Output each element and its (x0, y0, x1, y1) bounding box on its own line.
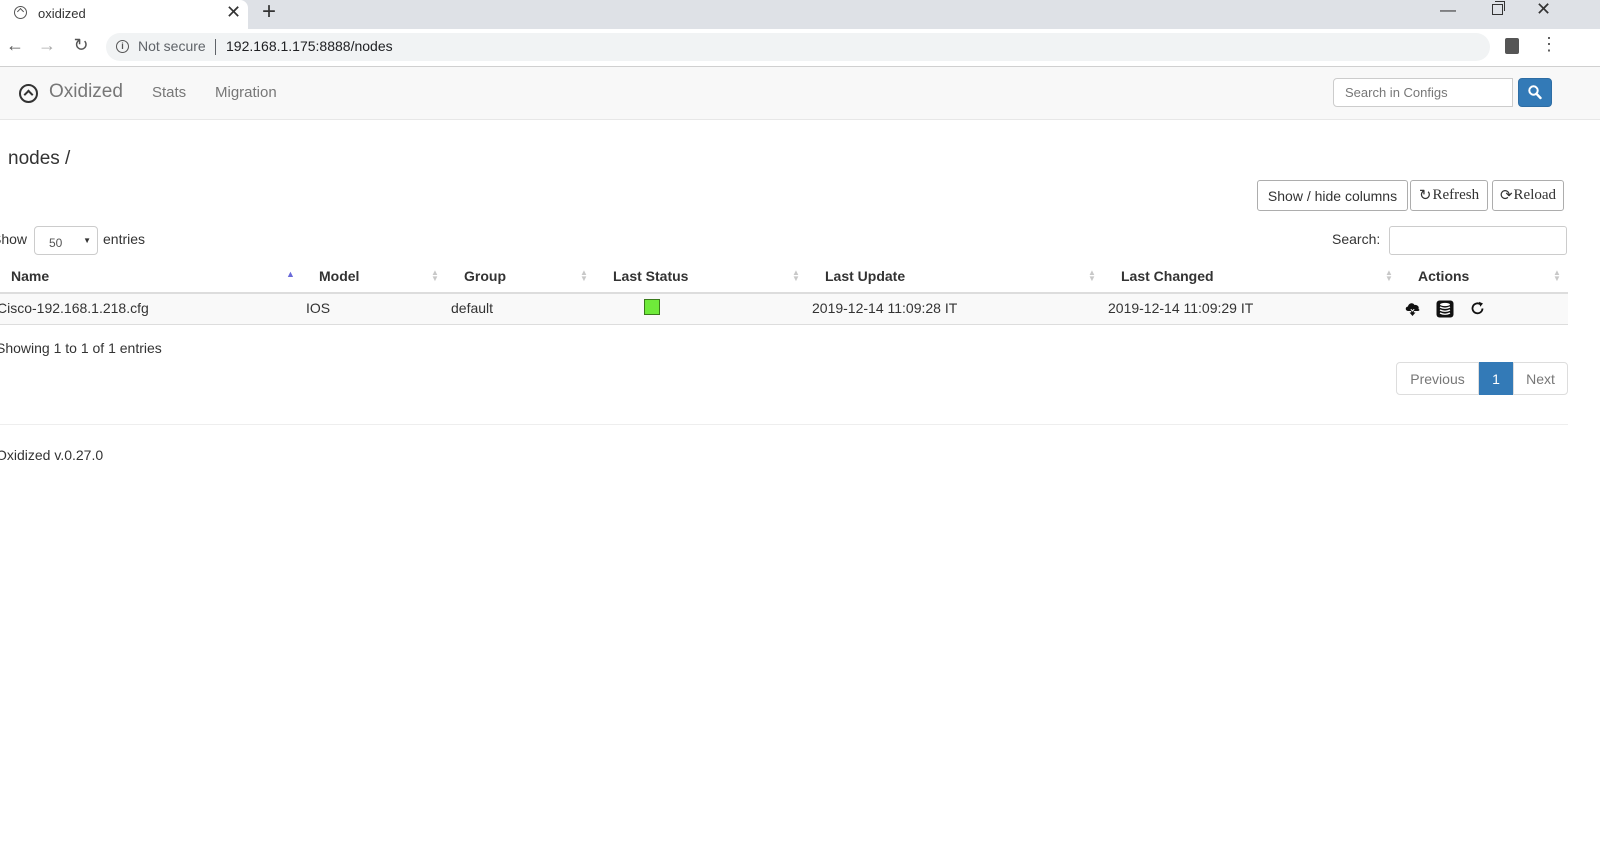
table-header: Name ▲ Model ▲ ▼ Group ▲ ▼ Last Status ▲ ▼ … (0, 262, 1568, 294)
tab-title: oxidized (38, 6, 86, 21)
reload-button[interactable]: ⟳ Reload (1492, 180, 1564, 211)
app-navbar: Oxidized Stats Migration (0, 67, 1600, 120)
column-header-name[interactable]: Name (11, 268, 49, 284)
tab-close-icon[interactable]: ✕ (226, 2, 241, 22)
pagination-next[interactable]: Next (1513, 362, 1568, 395)
node-model: IOS (306, 300, 331, 316)
sort-icon[interactable]: ▲ ▼ (1088, 269, 1096, 283)
column-header-last-status[interactable]: Last Status (613, 268, 688, 284)
refresh-label: Refresh (1432, 187, 1480, 203)
reload-label: Reload (1513, 187, 1557, 203)
cloud-download-icon[interactable] (1404, 300, 1421, 317)
browser-tabstrip: oxidized ✕ + — ✕ (0, 0, 1600, 29)
reload-page-icon[interactable]: ↻ (70, 35, 92, 56)
node-last-changed: 2019-12-14 11:09:29 IT (1108, 300, 1254, 316)
column-header-group[interactable]: Group (464, 268, 506, 284)
refresh-icon[interactable] (1469, 300, 1486, 317)
reload-icon: ⟳ (1499, 188, 1513, 204)
search-icon (1528, 85, 1542, 100)
column-header-last-update[interactable]: Last Update (825, 268, 905, 284)
not-secure-label: Not secure (138, 38, 206, 54)
browser-toolbar: ← → ↻ i Not secure 192.168.1.175:8888/no… (0, 29, 1600, 67)
page-title: nodes / (8, 148, 71, 169)
sort-icon[interactable]: ▲ ▼ (431, 269, 439, 283)
new-tab-icon[interactable]: + (262, 0, 276, 24)
entries-length-select[interactable]: 50 ▼ (34, 226, 98, 255)
address-bar[interactable]: i Not secure 192.168.1.175:8888/nodes (106, 33, 1490, 61)
database-icon[interactable] (1436, 300, 1454, 318)
oxidized-logo-icon[interactable] (19, 84, 38, 103)
nav-link-stats[interactable]: Stats (152, 84, 186, 101)
pagination-previous[interactable]: Previous (1396, 362, 1479, 395)
show-label: Show (0, 231, 28, 247)
config-search-input[interactable] (1333, 78, 1513, 107)
node-name[interactable]: Cisco-192.168.1.218.cfg (0, 300, 149, 316)
status-indicator (644, 299, 660, 315)
window-close-icon[interactable]: ✕ (1536, 0, 1551, 20)
minimize-icon[interactable]: — (1440, 2, 1456, 20)
table-search-label: Search: (1332, 231, 1381, 247)
table-info: Showing 1 to 1 of 1 entries (0, 340, 162, 356)
restore-icon[interactable] (1492, 1, 1505, 15)
config-search-button[interactable] (1518, 78, 1552, 107)
refresh-button[interactable]: ↻ Refresh (1410, 180, 1488, 211)
node-last-update: 2019-12-14 11:09:28 IT (812, 300, 958, 316)
table-search-input[interactable] (1389, 226, 1567, 255)
url-text[interactable]: 192.168.1.175:8888/nodes (226, 38, 393, 54)
column-header-last-changed[interactable]: Last Changed (1121, 268, 1214, 284)
entries-label: entries (103, 231, 146, 247)
pagination: Previous 1 Next (1396, 362, 1568, 395)
sort-asc-icon[interactable]: ▲ (286, 269, 295, 279)
oxidized-favicon-icon (14, 6, 27, 19)
sort-icon[interactable]: ▲ ▼ (1553, 269, 1561, 283)
forward-icon[interactable]: → (36, 35, 58, 56)
sort-icon[interactable]: ▲ ▼ (580, 269, 588, 283)
sort-icon[interactable]: ▲ ▼ (1385, 269, 1393, 283)
column-header-model[interactable]: Model (319, 268, 359, 284)
extension-icon[interactable] (1505, 38, 1519, 54)
footer-divider (0, 424, 1568, 425)
select-caret-icon: ▼ (83, 236, 91, 245)
info-icon[interactable]: i (116, 40, 129, 53)
node-group[interactable]: default (451, 300, 493, 316)
show-hide-columns-label: Show / hide columns (1267, 187, 1398, 204)
sort-icon[interactable]: ▲ ▼ (792, 269, 800, 283)
refresh-icon: ↻ (1418, 188, 1432, 204)
omnibox-divider (215, 39, 216, 55)
show-hide-columns-button[interactable]: Show / hide columns (1257, 180, 1408, 211)
back-icon[interactable]: ← (4, 35, 26, 56)
footer-version: Oxidized v.0.27.0 (0, 447, 104, 463)
brand-link[interactable]: Oxidized (49, 81, 123, 103)
browser-tab[interactable]: oxidized ✕ (0, 0, 248, 29)
browser-menu-icon[interactable]: ⋮ (1540, 34, 1558, 55)
column-header-actions[interactable]: Actions (1418, 268, 1469, 284)
entries-length-value: 50 (49, 236, 63, 250)
table-row: Cisco-192.168.1.218.cfg IOS default 2019… (0, 294, 1568, 325)
nav-link-migration[interactable]: Migration (215, 84, 277, 101)
pagination-page-1[interactable]: 1 (1479, 362, 1513, 395)
